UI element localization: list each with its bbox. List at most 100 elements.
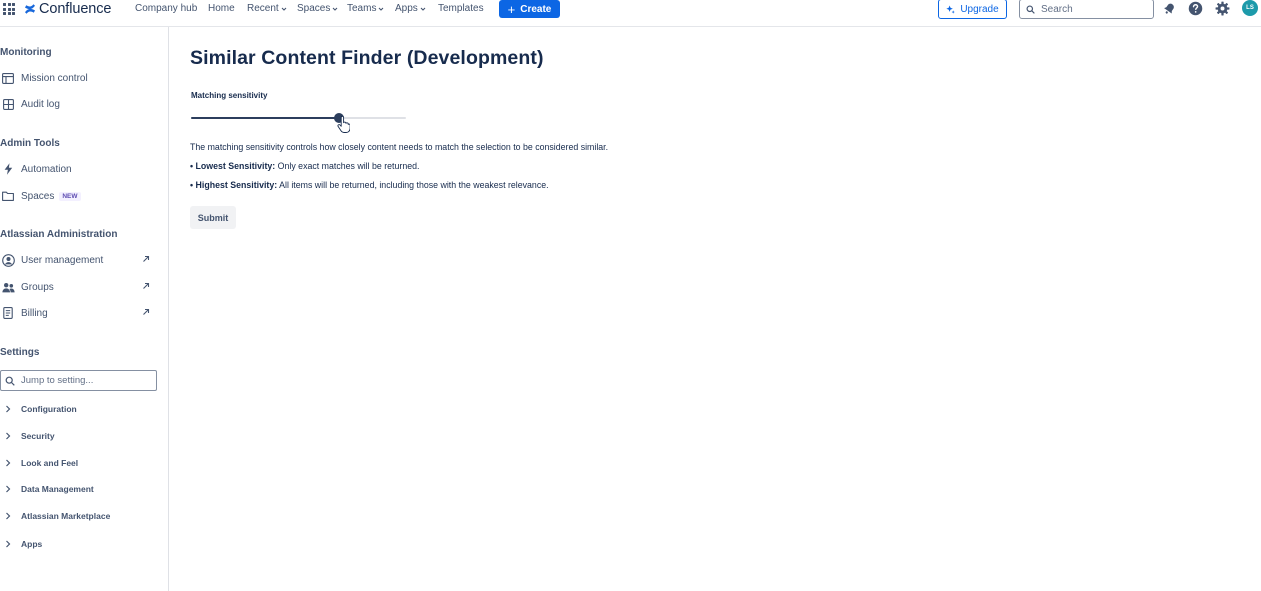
search-icon <box>1026 4 1035 14</box>
sidebar-heading-atlassian-administration: Atlassian Administration <box>0 229 118 240</box>
user-avatar[interactable]: LS <box>1242 0 1258 16</box>
settings-item-security[interactable]: Security <box>0 427 160 445</box>
sidebar-item-label: Mission control <box>21 72 88 84</box>
sidebar-item-label: User management <box>21 254 104 266</box>
folder-icon <box>1 189 15 203</box>
settings-item-label: Apps <box>21 539 43 549</box>
sensitivity-label: Matching sensitivity <box>191 91 268 100</box>
nav-home[interactable]: Home <box>208 0 235 17</box>
sidebar-item-groups[interactable]: Groups <box>0 277 160 297</box>
sidebar-item-automation[interactable]: Automation <box>0 159 160 179</box>
app-switcher-icon[interactable] <box>3 3 15 15</box>
admin-sidebar: Monitoring Mission control Audit log Adm… <box>0 27 169 591</box>
jump-to-setting-field[interactable] <box>0 370 157 391</box>
settings-item-atlassian-marketplace[interactable]: Atlassian Marketplace <box>0 507 160 525</box>
sidebar-heading-settings: Settings <box>0 347 40 358</box>
chevron-right-icon <box>1 482 15 496</box>
notifications-button[interactable] <box>1161 0 1177 17</box>
chevron-right-icon <box>1 429 15 443</box>
plus-icon: + <box>507 1 516 17</box>
nav-label: Company hub <box>135 3 198 14</box>
settings-item-label: Configuration <box>21 404 77 414</box>
create-label: Create <box>520 3 552 15</box>
sidebar-heading-admin-tools: Admin Tools <box>0 138 60 149</box>
bullet-text: All items will be returned, including th… <box>277 180 549 190</box>
sidebar-item-audit-log[interactable]: Audit log <box>0 94 160 114</box>
nav-company-hub[interactable]: Company hub <box>135 0 197 17</box>
settings-item-look-and-feel[interactable]: Look and Feel <box>0 454 160 472</box>
settings-item-label: Look and Feel <box>21 458 79 468</box>
settings-item-data-management[interactable]: Data Management <box>0 480 160 498</box>
confluence-logo-icon <box>25 3 35 14</box>
nav-label: Recent <box>247 3 279 14</box>
sidebar-item-spaces[interactable]: Spaces NEW <box>0 186 160 206</box>
bullet-term: • Highest Sensitivity: <box>190 180 278 190</box>
bullet-term: • Lowest Sensitivity: <box>190 161 276 171</box>
chevron-right-icon <box>1 537 15 551</box>
user-avatar-icon <box>1 253 15 267</box>
chevron-down-icon <box>332 7 338 11</box>
nav-label: Templates <box>438 3 484 14</box>
new-badge: NEW <box>59 191 81 201</box>
sidebar-item-label: Groups <box>21 281 54 293</box>
chevron-right-icon <box>1 509 15 523</box>
nav-spaces[interactable]: Spaces <box>297 0 338 17</box>
search-icon <box>5 376 15 386</box>
settings-item-apps[interactable]: Apps <box>0 535 160 553</box>
sensitivity-description: The matching sensitivity controls how cl… <box>190 142 609 152</box>
chevron-right-icon <box>1 456 15 470</box>
sidebar-item-label: Billing <box>21 307 48 319</box>
confluence-logo[interactable]: Confluence <box>24 0 111 17</box>
sensitivity-slider[interactable] <box>191 111 406 125</box>
settings-item-configuration[interactable]: Configuration <box>0 400 160 418</box>
upgrade-button[interactable]: Upgrade <box>938 0 1007 19</box>
settings-button[interactable] <box>1214 0 1230 17</box>
create-button[interactable]: + Create <box>499 0 560 18</box>
nav-apps[interactable]: Apps <box>395 0 426 17</box>
sidebar-item-user-management[interactable]: User management <box>0 250 160 270</box>
receipt-icon <box>1 306 15 320</box>
external-link-icon <box>143 308 150 315</box>
chevron-down-icon <box>420 7 426 11</box>
settings-item-label: Data Management <box>21 484 94 494</box>
nav-teams[interactable]: Teams <box>347 0 384 17</box>
slider-fill <box>191 117 340 119</box>
settings-item-label: Security <box>21 431 55 441</box>
external-link-icon <box>143 282 150 289</box>
nav-label: Apps <box>395 3 418 14</box>
app-name: Confluence <box>39 0 112 17</box>
nav-label: Teams <box>347 3 377 14</box>
sidebar-item-label: Automation <box>21 163 72 175</box>
sidebar-heading-monitoring: Monitoring <box>0 47 52 58</box>
nav-templates[interactable]: Templates <box>438 0 484 17</box>
upgrade-label: Upgrade <box>960 3 999 15</box>
nav-label: Spaces <box>297 3 331 14</box>
help-icon <box>1188 1 1202 16</box>
notifications-icon <box>1163 3 1174 14</box>
sparkle-icon <box>946 4 956 14</box>
bullet-text: Only exact matches will be returned. <box>275 161 420 171</box>
chevron-down-icon <box>281 7 287 11</box>
bullet-lowest-sensitivity: • Lowest Sensitivity: Only exact matches… <box>190 161 419 171</box>
hand-pointer-cursor-icon <box>337 116 350 133</box>
nav-label: Home <box>208 3 235 14</box>
avatar-initials: LS <box>1246 5 1254 11</box>
bullet-highest-sensitivity: • Highest Sensitivity: All items will be… <box>190 180 549 190</box>
sidebar-item-label: Audit log <box>21 98 60 110</box>
submit-button[interactable]: Submit <box>190 206 236 229</box>
search-field[interactable] <box>1019 0 1154 19</box>
dashboard-icon <box>1 71 15 85</box>
sidebar-item-label: Spaces <box>21 190 55 202</box>
settings-item-label: Atlassian Marketplace <box>21 511 111 521</box>
help-button[interactable] <box>1187 0 1203 17</box>
search-input[interactable] <box>1041 3 1141 15</box>
lightning-icon <box>1 162 15 176</box>
jump-to-setting-input[interactable] <box>21 375 141 386</box>
external-link-icon <box>143 255 150 262</box>
sidebar-item-billing[interactable]: Billing <box>0 303 160 323</box>
sidebar-item-mission-control[interactable]: Mission control <box>0 68 160 88</box>
nav-recent[interactable]: Recent <box>247 0 287 17</box>
chevron-right-icon <box>1 402 15 416</box>
chevron-down-icon <box>379 7 384 11</box>
table-icon <box>1 97 15 111</box>
